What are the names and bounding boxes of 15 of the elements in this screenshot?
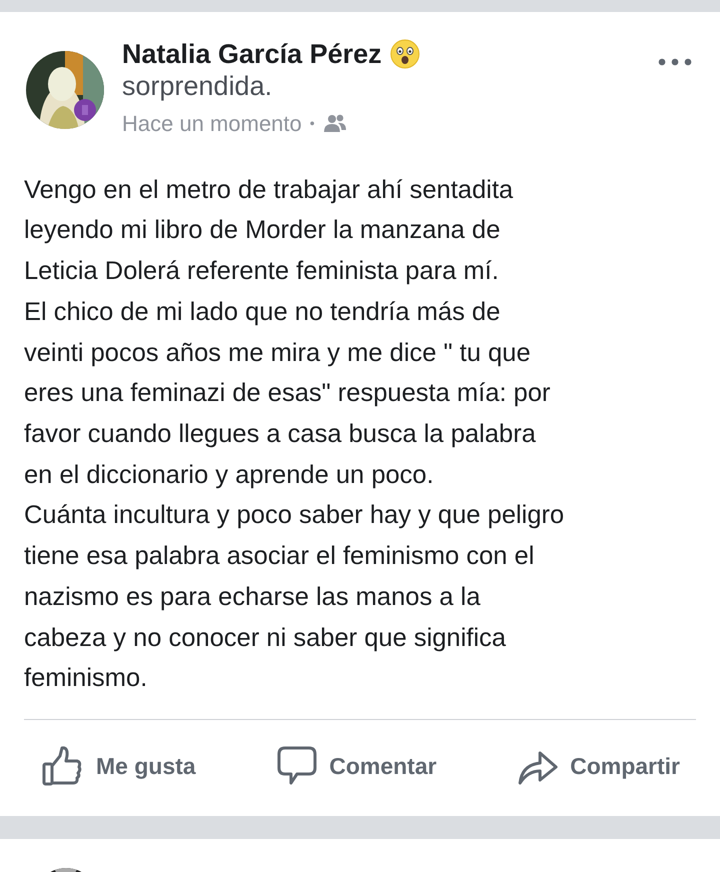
author-name[interactable]: Natalia García Pérez (122, 38, 382, 70)
thumbs-up-icon (42, 746, 84, 786)
comment-button[interactable]: Comentar (271, 742, 443, 790)
speech-bubble-icon (277, 746, 318, 786)
post-paragraph: Cuánta incultura y poco saber hay y que peligro tiene esa palabra asociar el feminismo con el nazismo es para echarse las manos a la cabeza y no conocer ni saber que significa feminismo. (24, 500, 566, 694)
surprised-emoji-icon (390, 39, 420, 70)
separator-dot: • (310, 114, 315, 133)
friends-icon (322, 114, 347, 132)
like-button[interactable]: Me gusta (36, 742, 202, 790)
feeling-text: sorprendida. (122, 70, 274, 103)
share-button[interactable]: Compartir (512, 742, 686, 789)
more-options-icon (658, 58, 692, 66)
timestamp-link[interactable]: Hace un momento (122, 106, 302, 140)
post-paragraph: El chico de mi lado que no tendría más de veinti pocos años me mira y me dice " tu que eres una feminazi de esas" respuesta mía: por favor cuando llegues a casa busca la palabra en el diccionario y aprende un poco. (24, 296, 552, 491)
post-paragraph: Vengo en el metro de trabajar ahí sentadita leyendo mi libro de Morder la manzana de Leticia Dolerá referente feminista para mí. (24, 174, 514, 288)
